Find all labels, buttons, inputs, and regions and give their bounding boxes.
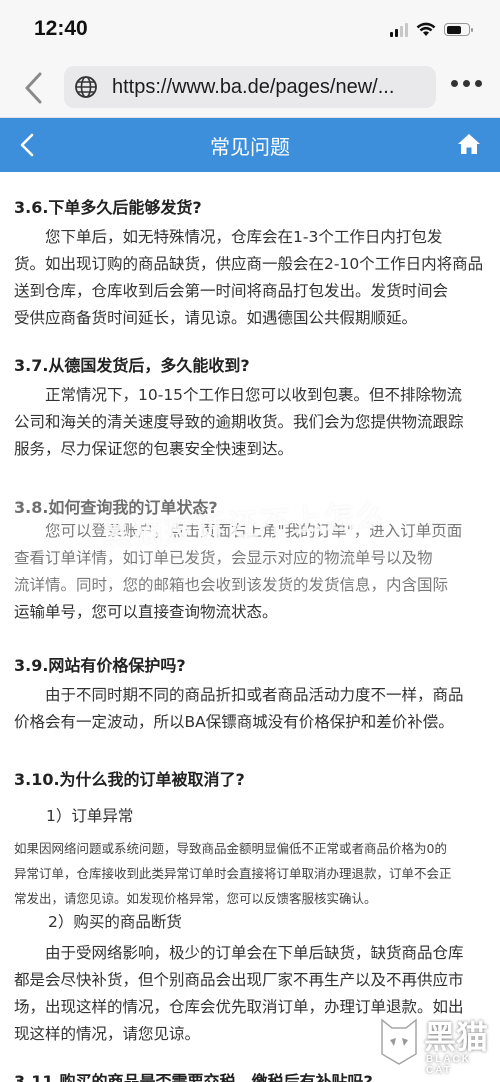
globe-icon [75, 76, 97, 98]
body-line: 如果因网络问题或系统问题，导致商品金额明显偏低不正常或者商品价格为0的 [14, 841, 447, 856]
body-line: 服务，尽力保证您的包裹安全快速到达。 [14, 440, 294, 458]
url-bar[interactable]: https://www.ba.de/pages/new/... [64, 66, 436, 108]
body-line: 价格会有一定波动，所以BA保镖商城没有价格保护和差价补偿。 [14, 713, 454, 731]
section-title: 3.7.从德国发货后，多久能收到? [14, 356, 250, 375]
cat-logo-icon [381, 1018, 417, 1065]
home-icon[interactable] [456, 131, 482, 157]
browser-bar: https://www.ba.de/pages/new/... [0, 58, 500, 118]
body-line: 都是会尽快补货，但个别商品会出现厂家不再生产以及不再供应市 [14, 971, 464, 989]
body-line: 常发出，请您见谅。如发现价格异常，您可以反馈客服核实确认。 [14, 891, 377, 906]
signal-icon [390, 22, 408, 37]
body-line: 您下单后，如无特殊情况，仓库会在1-3个工作日内打包发 [45, 228, 443, 246]
body-line: 异常订单，仓库接收到此类异常订单时会直接将订单取消办理退款，订单不会正 [14, 866, 452, 881]
body-line: 运输单号，您可以直接查询物流状态。 [14, 603, 278, 621]
section-body: 由于不同时期不同的商品折扣或者商品活动力度不一样，商品 价格会有一定波动，所以B… [14, 682, 484, 736]
logo-en: BLACK CAT [426, 1054, 471, 1076]
more-dots-icon[interactable] [451, 80, 482, 87]
body-line: 送到仓库，仓库收到后会第一时间将商品打包发出。发货时间会 [14, 282, 449, 300]
body-line: 由于不同时期不同的商品折扣或者商品活动力度不一样，商品 [45, 686, 464, 704]
body-line: 货。如出现订购的商品缺货，供应商一般会在2-10个工作日内将商品 [14, 255, 484, 273]
status-bar: 12:40 [0, 0, 500, 58]
body-line: 正常情况下，10-15个工作日您可以收到包裹。但不排除物流 [45, 386, 463, 404]
status-icons [390, 22, 473, 37]
page-title: 常见问题 [210, 135, 290, 159]
browser-back-icon[interactable] [18, 70, 52, 106]
section-body: 您下单后，如无特殊情况，仓库会在1-3个工作日内打包发 货。如出现订购的商品缺货… [14, 224, 484, 332]
section-title: 3.10.为什么我的订单被取消了? [14, 770, 245, 789]
black-cat-logo: 黑猫 BLACK CAT [378, 1010, 494, 1076]
body-line: 公司和海关的清关速度导致的逾期收货。我们会为您提供物流跟踪 [14, 413, 464, 431]
sub-heading: 2）购买的商品断货 [48, 913, 182, 931]
body-line: 由于受网络影响，极少的订单会在下单后缺货，缺货商品仓库 [45, 944, 464, 962]
logo-cn: 黑猫 [424, 1018, 489, 1056]
page-header: 常见问题 [0, 118, 500, 172]
section-body: 正常情况下，10-15个工作日您可以收到包裹。但不排除物流 公司和海关的清关速度… [14, 382, 484, 463]
section-title: 3.11.购买的商品是否需要交税，缴税后有补贴吗? [14, 1072, 373, 1082]
sub-heading: 1）订单异常 [46, 807, 134, 825]
wifi-icon [416, 22, 436, 36]
body-line: 受供应商备货时间延长，请见谅。如遇德国公共假期顺延。 [14, 309, 418, 327]
section-title: 3.6.下单多久后能够发货? [14, 198, 202, 217]
section-body-small: 如果因网络问题或系统问题，导致商品金额明显偏低不正常或者商品价格为0的 异常订单… [14, 836, 484, 911]
faq-content: 3.6.下单多久后能够发货? 您下单后，如无特殊情况，仓库会在1-3个工作日内打… [0, 172, 500, 1082]
section-title: 3.9.网站有价格保护吗? [14, 656, 186, 675]
status-time: 12:40 [34, 17, 88, 40]
battery-icon [444, 23, 473, 36]
url-text: https://www.ba.de/pages/new/... [112, 75, 395, 98]
